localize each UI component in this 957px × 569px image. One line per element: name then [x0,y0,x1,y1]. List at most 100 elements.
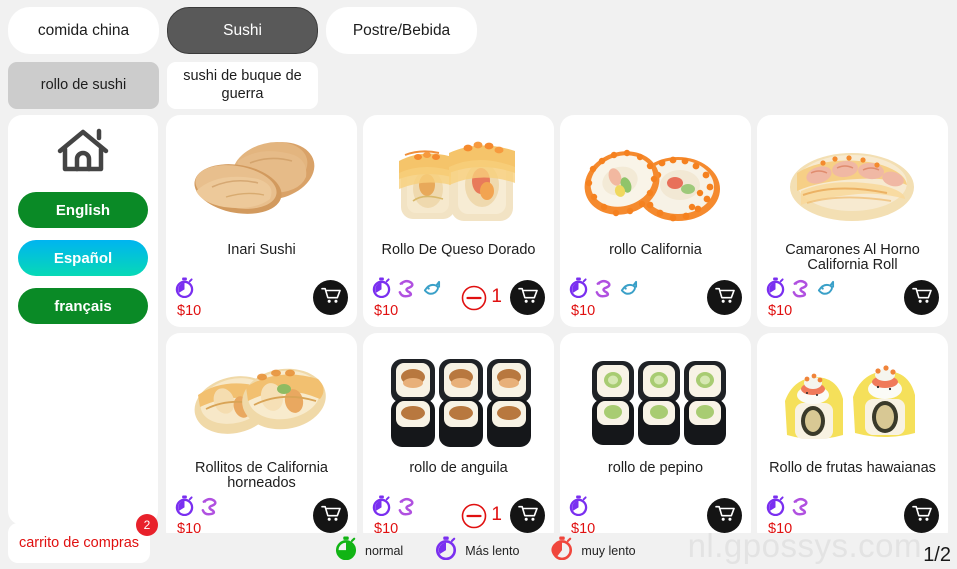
eel-icon [594,278,613,303]
tab-comida-china[interactable]: comida china [8,7,159,54]
fish-icon [422,278,441,303]
product-card[interactable]: rollo de anguila $10 1 [363,333,554,545]
stopwatch-purple-icon [175,277,194,303]
shopping-cart-icon [517,504,538,527]
stopwatch-purple-icon [569,277,588,303]
shopping-cart-icon [911,286,932,309]
product-name: Rollo de frutas hawaianas [769,460,936,476]
eel-icon [200,496,219,521]
tab-sushi[interactable]: Sushi [167,7,318,54]
home-button[interactable] [8,125,158,180]
product-card[interactable]: Inari Sushi $10 [166,115,357,327]
pos-menu-screen: comida china Sushi Postre/Bebida rollo d… [0,0,957,569]
sidebar: English Español français [8,115,158,525]
language-button-espanol[interactable]: Español [18,240,148,276]
stopwatch-purple-icon [372,277,391,303]
product-name: Inari Sushi [227,242,296,258]
add-to-cart-button[interactable] [313,280,348,315]
product-image-california-roll [560,121,751,243]
product-price: $10 [571,303,596,319]
stopwatch-purple-icon [435,536,457,565]
product-price: $10 [768,303,793,319]
language-button-francais[interactable]: français [18,288,148,324]
shopping-cart-button[interactable]: carrito de compras 2 [8,514,158,563]
subtab-label: rollo de sushi [40,76,127,93]
stopwatch-purple-icon [569,495,588,521]
add-to-cart-button[interactable] [313,498,348,533]
product-name: rollo de pepino [607,460,704,476]
site-watermark: nl.gpossys.com [687,527,922,564]
subcategory-tabs: rollo de sushi sushi de buque de guerra [8,62,318,109]
fish-icon [619,278,638,303]
shopping-cart-icon [320,286,341,309]
legend-label: muy lento [581,543,636,558]
product-name: Rollo De Queso Dorado [381,242,536,258]
decrease-quantity-button[interactable] [461,503,487,529]
legend-item-muy-lento: muy lento [551,536,636,565]
language-label: français [54,297,112,315]
tab-label: comida china [37,21,130,39]
product-name: Camarones Al Horno California Roll [785,242,920,273]
legend-item-mas-lento: Más lento [435,536,519,565]
add-to-cart-button[interactable] [707,280,742,315]
shopping-cart-icon [911,504,932,527]
decrease-quantity-button[interactable] [461,285,487,311]
product-card[interactable]: Rollitos de California horneados $10 [166,333,357,545]
product-speed-icons [569,495,588,521]
fish-icon [816,278,835,303]
tab-postre-bebida[interactable]: Postre/Bebida [326,7,477,54]
product-image-golden-cheese-roll [363,121,554,243]
product-card[interactable]: Rollo De Queso Dorado $10 1 [363,115,554,327]
stopwatch-green-icon [335,536,357,565]
product-price: $10 [374,303,399,319]
product-speed-icons [175,277,194,303]
product-image-cucumber-maki-roll [560,339,751,461]
product-image-eel-maki-roll [363,339,554,461]
tab-label: Postre/Bebida [352,21,451,39]
tab-label: Sushi [223,21,262,39]
product-speed-icons [372,277,441,303]
stopwatch-purple-icon [766,495,785,521]
add-to-cart-button[interactable] [510,280,545,315]
product-image-hawaiian-fruit-roll [757,339,948,461]
product-name: Rollitos de California horneados [195,460,328,491]
language-button-english[interactable]: English [18,192,148,228]
subtab-rollo-de-sushi[interactable]: rollo de sushi [8,62,159,109]
shopping-cart-icon [714,504,735,527]
product-image-baked-shrimp-california-roll [757,121,948,243]
eel-icon [791,496,810,521]
product-image-baked-california-rolls [166,339,357,461]
eel-icon [791,278,810,303]
stopwatch-purple-icon [766,277,785,303]
product-card[interactable]: Rollo de frutas hawaianas $10 [757,333,948,545]
product-grid: Inari Sushi $10 Rollo De Queso Dorado $1… [166,115,951,545]
product-image-inari-sushi [166,121,357,243]
product-card[interactable]: rollo de pepino $10 [560,333,751,545]
language-label: English [55,201,111,219]
product-speed-icons [569,277,638,303]
stopwatch-purple-icon [175,495,194,521]
product-card[interactable]: rollo California $10 [560,115,751,327]
product-speed-icons [766,495,810,521]
product-card[interactable]: Camarones Al Horno California Roll $10 [757,115,948,327]
language-label: Español [53,249,113,267]
category-tabs: comida china Sushi Postre/Bebida [8,7,477,54]
shopping-cart-icon [714,286,735,309]
eel-icon [397,496,416,521]
eel-icon [397,278,416,303]
shopping-cart-icon [517,286,538,309]
product-speed-icons [766,277,835,303]
product-name: rollo California [609,242,702,258]
product-name: rollo de anguila [409,460,508,476]
add-to-cart-button[interactable] [510,498,545,533]
page-indicator: 1/2 [923,544,951,566]
home-icon [55,125,111,180]
add-to-cart-button[interactable] [904,280,939,315]
subtab-label: sushi de buque de guerra [183,68,302,102]
product-quantity: 1 [491,504,502,525]
legend-label: Más lento [465,543,520,558]
legend-item-normal: normal [335,536,403,565]
shopping-cart-label: carrito de compras [18,535,140,551]
subtab-sushi-de-buque-de-guerra[interactable]: sushi de buque de guerra [167,62,318,109]
speed-legend: normal Más lento muy lento [335,536,660,565]
